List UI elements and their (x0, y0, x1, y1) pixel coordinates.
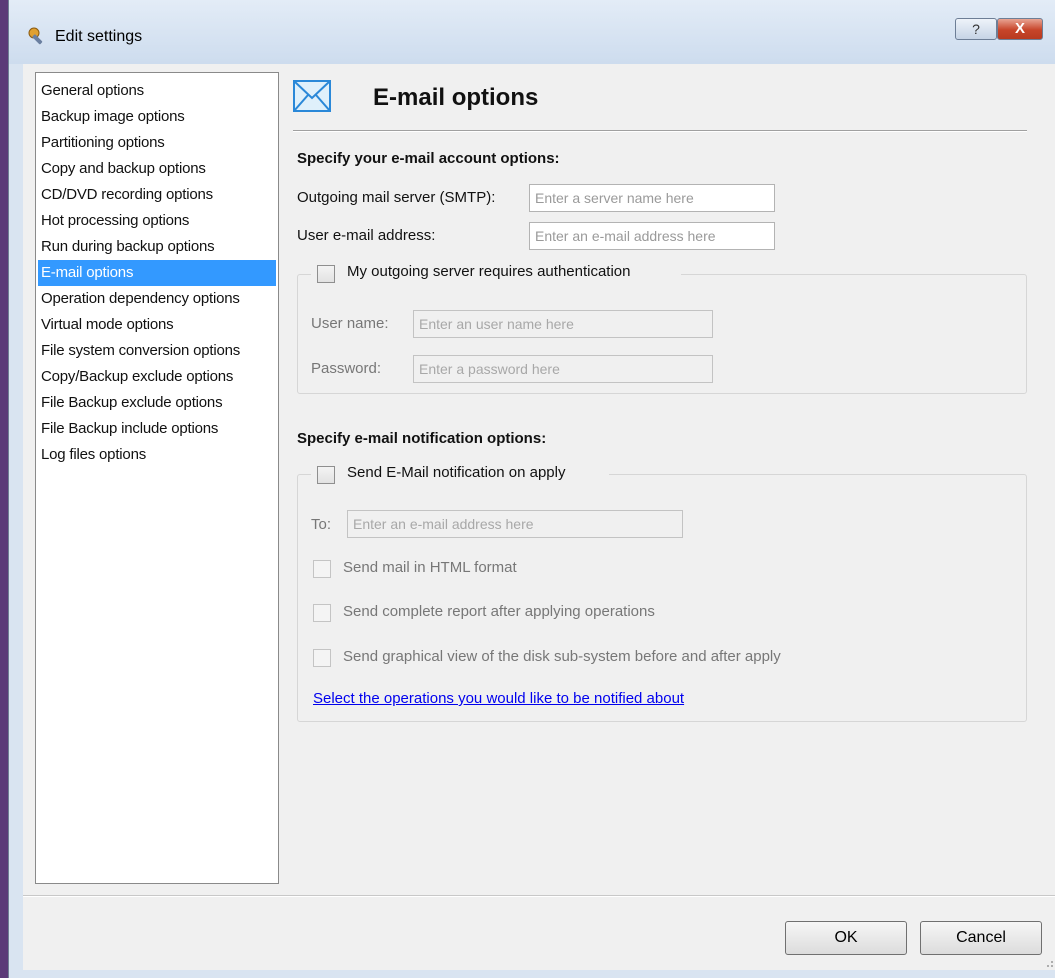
category-list[interactable]: General options Backup image options Parti… (35, 72, 279, 884)
help-button[interactable]: ? (955, 18, 997, 40)
to-address-input[interactable] (347, 510, 683, 538)
category-item[interactable]: Hot processing options (36, 208, 278, 234)
html-format-label: Send mail in HTML format (343, 559, 517, 576)
send-notification-label: Send E-Mail notification on apply (347, 464, 566, 481)
category-item[interactable]: File system conversion options (36, 338, 278, 364)
category-item[interactable]: General options (36, 78, 278, 104)
email-options-panel: E-mail options Specify your e-mail accou… (293, 64, 1053, 884)
category-item[interactable]: Operation dependency options (36, 286, 278, 312)
to-label: To: (311, 516, 332, 533)
password-label: Password: (311, 360, 382, 377)
settings-wrench-icon (28, 27, 43, 45)
category-item[interactable]: Copy/Backup exclude options (36, 364, 278, 390)
complete-report-checkbox[interactable] (313, 604, 331, 622)
category-item[interactable]: E-mail options (38, 260, 276, 286)
authentication-legend: My outgoing server requires authenticati… (311, 263, 681, 285)
account-section-heading: Specify your e-mail account options: (297, 150, 560, 167)
graphical-view-label: Send graphical view of the disk sub-syst… (343, 648, 781, 665)
authentication-checkbox[interactable] (317, 265, 335, 283)
category-item[interactable]: File Backup include options (36, 416, 278, 442)
authentication-label: My outgoing server requires authenticati… (347, 263, 631, 280)
complete-report-label: Send complete report after applying oper… (343, 603, 655, 620)
notification-section-heading: Specify e-mail notification options: (297, 430, 547, 447)
category-item[interactable]: Virtual mode options (36, 312, 278, 338)
username-label: User name: (311, 315, 389, 332)
html-format-checkbox[interactable] (313, 560, 331, 578)
password-input[interactable] (413, 355, 713, 383)
select-operations-link[interactable]: Select the operations you would like to … (313, 690, 684, 707)
smtp-label: Outgoing mail server (SMTP): (297, 189, 496, 206)
window-title: Edit settings (55, 28, 143, 45)
notification-legend: Send E-Mail notification on apply (311, 464, 609, 486)
category-item[interactable]: Run during backup options (36, 234, 278, 260)
cancel-button[interactable]: Cancel (920, 921, 1042, 955)
smtp-server-input[interactable] (529, 184, 775, 212)
graphical-view-checkbox[interactable] (313, 649, 331, 667)
category-item[interactable]: Copy and backup options (36, 156, 278, 182)
email-label: User e-mail address: (297, 227, 436, 244)
resize-grip-icon[interactable] (1044, 958, 1054, 968)
category-item[interactable]: Partitioning options (36, 130, 278, 156)
category-item[interactable]: CD/DVD recording options (36, 182, 278, 208)
ok-button[interactable]: OK (785, 921, 907, 955)
send-notification-checkbox[interactable] (317, 466, 335, 484)
edit-settings-window: Edit settings ? X General options Backup … (8, 0, 1055, 978)
dialog-client: General options Backup image options Parti… (23, 64, 1055, 970)
title-bar[interactable]: Edit settings ? X (9, 0, 1055, 64)
header-divider (293, 130, 1027, 132)
category-item[interactable]: File Backup exclude options (36, 390, 278, 416)
category-item[interactable]: Log files options (36, 442, 278, 468)
footer-divider (23, 895, 1055, 897)
close-button[interactable]: X (997, 18, 1043, 40)
page-title: E-mail options (373, 84, 539, 111)
username-input[interactable] (413, 310, 713, 338)
category-item[interactable]: Backup image options (36, 104, 278, 130)
email-address-input[interactable] (529, 222, 775, 250)
envelope-icon (293, 80, 331, 112)
